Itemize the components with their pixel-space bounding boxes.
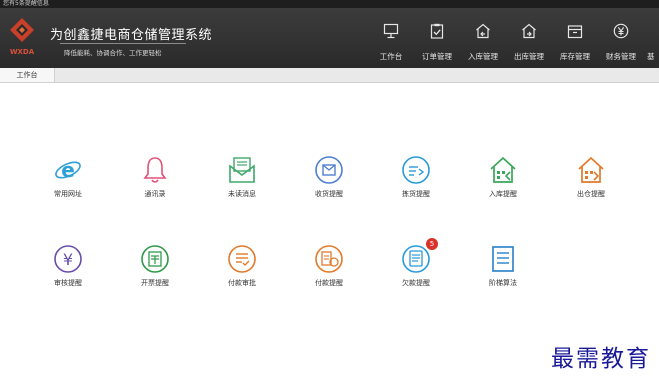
house-in-icon <box>490 156 516 183</box>
nav-label: 出库管理 <box>514 52 544 61</box>
tile-label: 收货提醒 <box>315 190 343 198</box>
tile-label: 开票提醒 <box>141 279 169 287</box>
nav-label: 工作台 <box>379 52 403 61</box>
tile-label: 出仓提醒 <box>577 190 605 198</box>
warehouse-out-icon <box>522 23 536 39</box>
app-header: WXDA 为创鑫捷电商仓储管理系统 降低能耗、协调合作、工作更轻松 工作台 订单… <box>0 8 659 68</box>
nav-label: 基 <box>647 52 655 61</box>
tile-debt-reminder[interactable]: 5 欠款提醒 <box>386 238 446 298</box>
main-nav: 工作台 订单管理 入库管理 出库管理 库存管理 财务管理 基 <box>0 8 659 68</box>
tab-workbench[interactable]: 工作台 <box>0 68 55 82</box>
nav-workbench[interactable]: 工作台 <box>374 8 408 68</box>
yen-circle-icon <box>613 23 629 39</box>
tab-bar: 工作台 <box>0 68 659 83</box>
nav-outbound[interactable]: 出库管理 <box>509 8 549 68</box>
list-icon <box>492 246 514 272</box>
tile-label: 拣货提醒 <box>402 190 430 198</box>
tile-label: 通讯录 <box>144 190 166 198</box>
tile-outbound-reminder[interactable]: 出仓提醒 <box>561 155 621 209</box>
tile-receiving-reminder[interactable]: 收货提醒 <box>299 155 359 209</box>
nav-orders[interactable]: 订单管理 <box>417 8 457 68</box>
tile-picking-reminder[interactable]: 拣货提醒 <box>386 155 446 209</box>
debt-icon <box>402 245 430 273</box>
nav-basic[interactable]: 基 <box>647 8 659 68</box>
tile-payment-reminder[interactable]: 付款提醒 <box>299 244 359 298</box>
nav-inventory[interactable]: 库存管理 <box>555 8 595 68</box>
box-icon <box>567 25 583 39</box>
yen-icon: ¥ <box>54 245 82 273</box>
tile-inbound-reminder[interactable]: 入库提醒 <box>473 155 533 209</box>
warehouse-in-icon <box>476 23 490 39</box>
nav-finance[interactable]: 财务管理 <box>601 8 641 68</box>
bell-icon <box>143 157 167 183</box>
svg-text:e: e <box>61 158 75 182</box>
nav-label: 财务管理 <box>606 52 636 61</box>
tile-tier-algorithm[interactable]: 阶梯算法 <box>473 244 533 298</box>
watermark: 最需教育 <box>551 346 651 372</box>
house-out-icon <box>578 156 604 183</box>
envelope-icon <box>229 157 255 183</box>
approval-icon <box>228 245 256 273</box>
tile-payment-approval[interactable]: 付款审批 <box>212 244 272 298</box>
picking-icon <box>402 156 430 184</box>
clipboard-check-icon <box>430 23 444 39</box>
tile-label: 常用网址 <box>54 190 82 198</box>
tile-common-links[interactable]: e 常用网址 <box>38 155 98 209</box>
receive-icon <box>315 156 343 184</box>
notice-text[interactable]: 您有5条提醒信息 <box>3 0 49 7</box>
tile-contacts[interactable]: 通讯录 <box>125 155 185 209</box>
debt-count-badge: 5 <box>426 238 438 250</box>
nav-label: 库存管理 <box>560 52 590 61</box>
monitor-icon <box>383 23 399 39</box>
tile-unread-messages[interactable]: 未读消息 <box>212 155 272 209</box>
tile-label: 付款审批 <box>228 279 256 287</box>
svg-text:¥: ¥ <box>63 250 73 269</box>
top-notice-bar: 您有5条提醒信息 <box>0 0 659 8</box>
tile-label: 付款提醒 <box>315 279 343 287</box>
nav-label: 订单管理 <box>422 52 452 61</box>
ie-browser-icon: e <box>55 158 81 182</box>
tile-audit-reminder[interactable]: ¥ 审核提醒 <box>38 244 98 298</box>
nav-label: 入库管理 <box>468 52 498 61</box>
tile-label: 阶梯算法 <box>489 279 517 287</box>
payment-icon <box>315 245 343 273</box>
tile-invoice-reminder[interactable]: 开票提醒 <box>125 244 185 298</box>
tile-label: 欠款提醒 <box>402 279 430 287</box>
tile-label: 审核提醒 <box>54 279 82 287</box>
nav-inbound[interactable]: 入库管理 <box>463 8 503 68</box>
tile-label: 未读消息 <box>228 190 256 198</box>
invoice-icon <box>141 245 169 273</box>
tile-label: 入库提醒 <box>489 190 517 198</box>
